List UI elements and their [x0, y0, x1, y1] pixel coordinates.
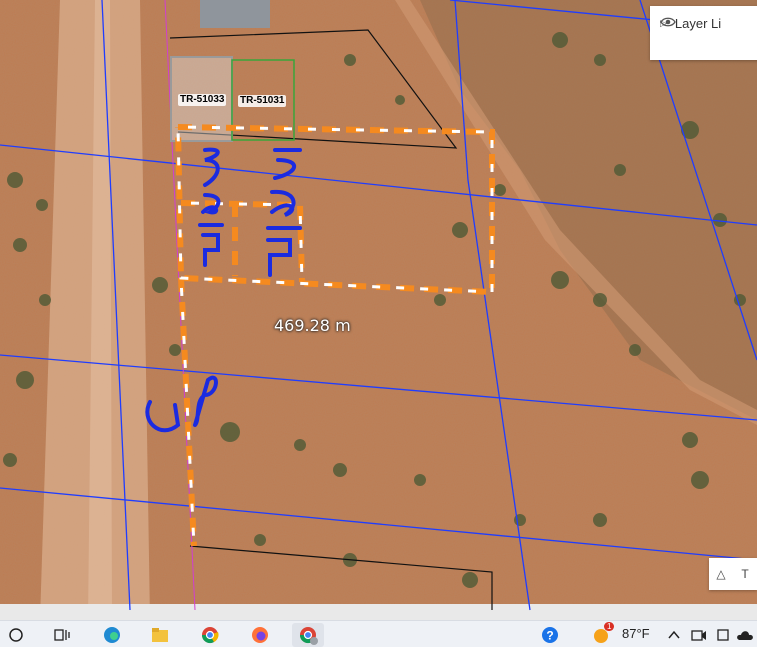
layer-list-panel[interactable]: ▷ Layer Li: [650, 6, 757, 60]
map-canvas[interactable]: [0, 0, 757, 620]
layer-list-header[interactable]: ▷ Layer Li: [660, 16, 721, 31]
show-hidden-icons-button[interactable]: [664, 623, 684, 647]
measurement-label: 469.28 m: [274, 316, 351, 335]
building-roof: [200, 0, 270, 28]
chrome-icon: [201, 627, 219, 644]
cloud-button[interactable]: [734, 623, 756, 647]
taskbar: ? 1 87°F: [0, 620, 757, 647]
camera-icon: [691, 630, 706, 641]
parcel-label-tr-51031: TR-51031: [238, 95, 287, 107]
svg-text:?: ?: [546, 629, 553, 643]
tools-button[interactable]: T: [733, 558, 757, 590]
task-view-icon: [54, 629, 70, 641]
folder-icon: [152, 628, 168, 642]
network-icon: [717, 629, 729, 641]
notification-badge: 1: [604, 622, 615, 631]
meet-now-button[interactable]: [688, 623, 710, 647]
taskbar-app-file-manager[interactable]: [144, 623, 176, 647]
network-button[interactable]: [712, 623, 734, 647]
taskbar-app-chrome[interactable]: [194, 623, 226, 647]
eye-icon[interactable]: [660, 16, 676, 28]
taskbar-app-firefox[interactable]: [244, 623, 276, 647]
weather-temperature: 87°F: [622, 626, 650, 641]
map-bottom-strip: [0, 604, 757, 620]
layer-list-label: Layer Li: [674, 16, 722, 31]
help-icon: ?: [542, 627, 558, 643]
edge-icon: [104, 627, 120, 643]
search-circle-icon: [9, 628, 23, 642]
map-corner-controls[interactable]: △ T: [709, 558, 757, 590]
map-view[interactable]: TR-51033 TR-51031 469.28 m ▷ Layer Li △ …: [0, 0, 757, 620]
chevron-up-icon: [668, 630, 680, 639]
weather-widget[interactable]: 1: [586, 622, 618, 647]
search-button[interactable]: [0, 623, 32, 647]
task-view-button[interactable]: [46, 623, 78, 647]
parcel-label-tr-51033: TR-51033: [178, 94, 227, 106]
firefox-icon: [252, 627, 268, 643]
help-button[interactable]: ?: [534, 623, 566, 647]
collapse-button[interactable]: △: [709, 558, 733, 590]
taskbar-app-chrome-alt[interactable]: [292, 623, 324, 647]
chrome-alt-icon: [299, 627, 318, 645]
taskbar-app-edge[interactable]: [96, 623, 128, 647]
cloud-icon: [737, 631, 753, 640]
